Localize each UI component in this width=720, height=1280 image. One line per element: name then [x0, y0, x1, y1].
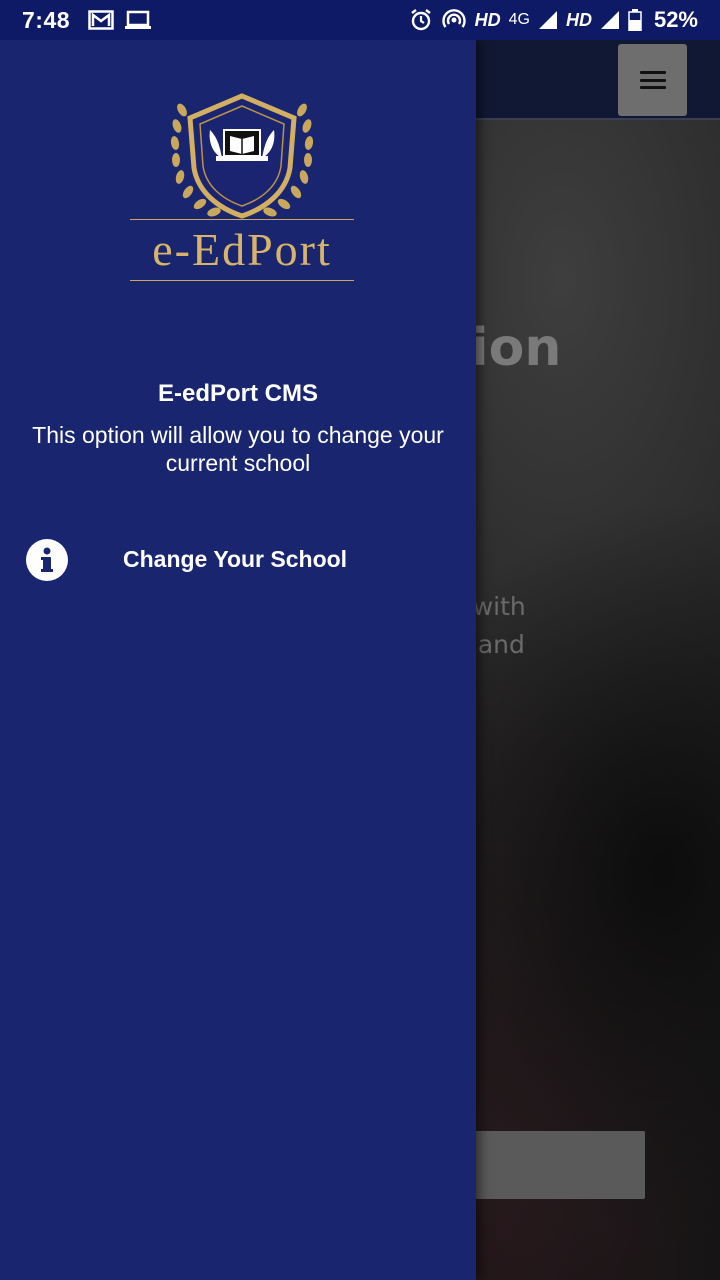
logo-wordmark: e-EdPort — [152, 224, 332, 275]
battery-percentage: 52% — [653, 7, 698, 32]
network-label: HD — [565, 9, 592, 30]
logo-divider — [130, 219, 354, 220]
logo-divider — [130, 280, 354, 281]
menu-item-label: Change Your School — [123, 546, 348, 572]
signal-icon — [538, 10, 558, 30]
laptop-icon — [124, 10, 152, 30]
menu-item-change-school[interactable]: Change Your School — [0, 525, 476, 595]
network-label: HD — [474, 9, 501, 30]
info-icon — [26, 539, 68, 581]
status-bar: 7:48 HD 4G HD 52% — [0, 0, 720, 40]
battery-icon — [628, 9, 642, 31]
status-time: 7:48 — [22, 6, 71, 33]
drawer-title: E-edPort CMS — [157, 380, 318, 407]
signal-icon — [600, 10, 620, 30]
navigation-drawer: e-EdPort E-edPort CMS This option will a… — [0, 40, 476, 1280]
network-type: 4G — [508, 11, 530, 28]
drawer-subtitle: This option will allow you to change you… — [32, 422, 444, 476]
alarm-icon — [409, 8, 433, 32]
hamburger-icon — [639, 71, 666, 89]
menu-button[interactable] — [618, 44, 687, 116]
hotspot-icon — [441, 8, 467, 32]
gmail-icon — [88, 10, 114, 30]
